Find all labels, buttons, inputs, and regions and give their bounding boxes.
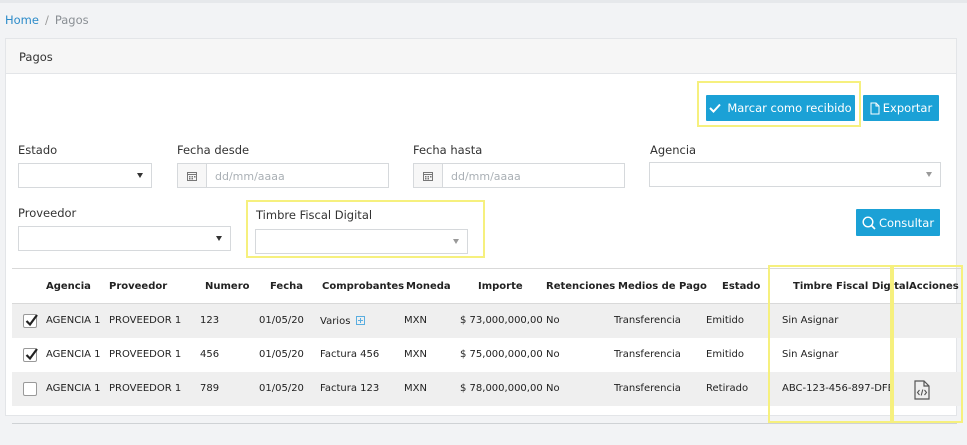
chevron-down-icon (216, 236, 222, 241)
consultar-button[interactable]: Consultar (856, 209, 940, 236)
cell-estado: Retirado (706, 383, 749, 394)
checkmark-icon (25, 314, 38, 327)
chevron-down-icon (137, 173, 143, 178)
fecha-hasta-label: Fecha hasta (413, 143, 483, 157)
col-importe[interactable]: Importe (478, 281, 523, 292)
chevron-down-icon (926, 172, 932, 177)
col-numero[interactable]: Numero (205, 281, 250, 292)
cell-agencia: AGENCIA 1 (46, 383, 101, 394)
consultar-label: Consultar (878, 215, 935, 230)
fecha-hasta-placeholder: dd/mm/aaaa (451, 170, 521, 183)
cell-medios-pago: Transferencia (614, 349, 681, 360)
cell-numero: 456 (200, 349, 220, 360)
cell-numero: 789 (200, 383, 220, 394)
cell-proveedor: PROVEEDOR 1 (109, 383, 182, 394)
agencia-label: Agencia (650, 143, 697, 157)
search-icon (862, 215, 876, 230)
cell-moneda: MXN (404, 349, 427, 360)
cell-retenciones: No (546, 383, 560, 394)
timbre-select[interactable] (255, 229, 468, 254)
col-proveedor[interactable]: Proveedor (109, 281, 167, 292)
fecha-desde-placeholder: dd/mm/aaaa (215, 170, 285, 183)
file-icon (870, 102, 880, 114)
cell-importe: $ 73,000,000,00 (460, 315, 543, 326)
cell-estado: Emitido (706, 349, 745, 360)
calendar-icon[interactable] (178, 164, 207, 187)
breadcrumb: Home / Pagos (5, 13, 89, 27)
agencia-select[interactable] (649, 162, 941, 187)
cell-comprobantes: Factura 456 (320, 349, 380, 360)
cell-agencia: AGENCIA 1 (46, 315, 101, 326)
cell-moneda: MXN (404, 315, 427, 326)
col-fecha[interactable]: Fecha (270, 281, 303, 292)
export-button[interactable]: Exportar (863, 95, 939, 121)
cell-medios-pago: Transferencia (614, 383, 681, 394)
cell-numero: 123 (200, 315, 220, 326)
cell-comprobantes-text: Varios (320, 316, 351, 327)
col-agencia[interactable]: Agencia (46, 281, 91, 292)
cell-agencia: AGENCIA 1 (46, 349, 101, 360)
cell-comprobantes: Varios (320, 315, 366, 327)
col-moneda[interactable]: Moneda (406, 281, 451, 292)
fecha-desde-label: Fecha desde (177, 143, 250, 157)
breadcrumb-current: Pagos (54, 13, 89, 27)
cell-estado: Emitido (706, 315, 745, 326)
mark-received-button[interactable]: Marcar como recibido (706, 95, 855, 121)
cell-fecha: 01/05/20 (259, 349, 304, 360)
proveedor-label: Proveedor (18, 206, 77, 220)
top-divider (0, 0, 967, 3)
col-medios-pago[interactable]: Medios de Pago (618, 281, 707, 292)
chevron-down-icon (453, 239, 459, 244)
cell-comprobantes: Factura 123 (320, 383, 380, 394)
mark-received-label: Marcar como recibido (727, 101, 852, 115)
highlight-timbre-column (768, 265, 892, 423)
row-checkbox[interactable] (23, 348, 38, 362)
cell-retenciones: No (546, 349, 560, 360)
cell-medios-pago: Transferencia (614, 315, 681, 326)
cell-retenciones: No (546, 315, 560, 326)
cell-proveedor: PROVEEDOR 1 (109, 315, 182, 326)
export-label: Exportar (882, 101, 933, 115)
check-icon (709, 103, 722, 113)
timbre-label: Timbre Fiscal Digital (256, 208, 373, 222)
cell-importe: $ 75,000,000,00 (460, 349, 543, 360)
row-checkbox[interactable] (23, 382, 37, 396)
estado-label: Estado (18, 143, 58, 157)
cell-fecha: 01/05/20 (259, 383, 304, 394)
col-retenciones[interactable]: Retenciones (546, 281, 615, 292)
proveedor-select[interactable] (18, 226, 231, 251)
bottom-divider (12, 423, 957, 424)
cell-proveedor: PROVEEDOR 1 (109, 349, 182, 360)
cell-moneda: MXN (404, 383, 427, 394)
estado-select[interactable] (18, 163, 152, 188)
expand-plus-icon[interactable] (356, 316, 366, 325)
cell-fecha: 01/05/20 (259, 315, 304, 326)
breadcrumb-separator: / (44, 13, 49, 27)
fecha-hasta-input[interactable]: dd/mm/aaaa (413, 163, 625, 188)
row-checkbox[interactable] (23, 314, 38, 328)
highlight-acciones-column (892, 265, 963, 423)
breadcrumb-home-link[interactable]: Home (5, 13, 39, 27)
fecha-desde-input[interactable]: dd/mm/aaaa (177, 163, 389, 188)
cell-importe: $ 78,000,000,00 (460, 383, 543, 394)
panel-title: Pagos (6, 39, 956, 74)
calendar-icon[interactable] (414, 164, 443, 187)
col-comprobantes[interactable]: Comprobantes (322, 281, 404, 292)
checkmark-icon (25, 348, 38, 361)
col-estado[interactable]: Estado (722, 281, 760, 292)
